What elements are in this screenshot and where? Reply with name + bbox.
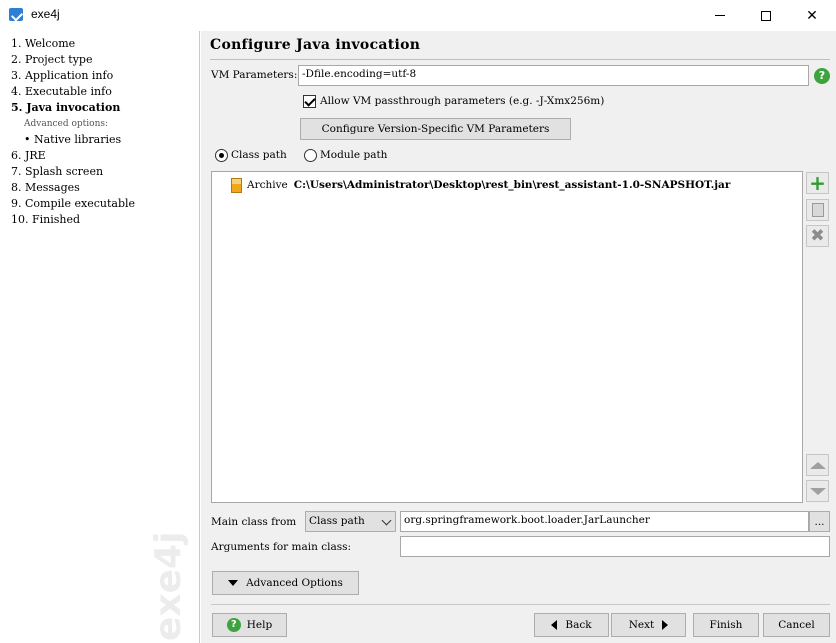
move-down-icon (809, 487, 826, 495)
step-executable-info[interactable]: 4. Executable info (11, 85, 112, 98)
step-application-info[interactable]: 3. Application info (11, 69, 113, 82)
remove-icon: ✖ (810, 226, 825, 246)
help-icon[interactable]: ? (814, 68, 830, 84)
back-button[interactable]: Back (534, 613, 609, 637)
browse-main-class-button[interactable]: ... (809, 511, 830, 532)
advanced-options-header: Advanced options: (24, 119, 109, 129)
wizard-steps-sidebar: 1. Welcome 2. Project type 3. Applicatio… (0, 31, 200, 643)
step-project-type[interactable]: 2. Project type (11, 53, 92, 66)
step-messages[interactable]: 8. Messages (11, 181, 80, 194)
help-button[interactable]: ? Help (212, 613, 287, 637)
main-class-input[interactable]: org.springframework.boot.loader.JarLaunc… (400, 511, 809, 532)
step-java-invocation[interactable]: 5. Java invocation (11, 101, 120, 114)
entry-path: C:\Users\Administrator\Desktop\rest_bin\… (293, 179, 731, 191)
main-class-from-label: Main class from (211, 516, 297, 528)
step-finished[interactable]: 10. Finished (11, 213, 80, 226)
jar-archive-icon (231, 177, 242, 193)
main-panel: Configure Java invocation VM Parameters:… (201, 31, 836, 643)
maximize-icon (761, 10, 771, 21)
remove-entry-button[interactable]: ✖ (806, 225, 829, 247)
class-path-radio[interactable] (215, 149, 228, 162)
step-native-libraries[interactable]: • Native libraries (24, 133, 121, 146)
configure-version-specific-vm-parameters-button[interactable]: Configure Version-Specific VM Parameters (300, 118, 571, 140)
move-down-button[interactable] (806, 480, 829, 502)
page-title: Configure Java invocation (210, 37, 421, 53)
next-button-label: Next (628, 619, 655, 631)
exe4j-watermark-logo: exe4j (148, 531, 189, 641)
entry-kind: Archive (247, 179, 288, 191)
next-button[interactable]: Next (611, 613, 686, 637)
title-bar: exe4j ✕ (0, 0, 836, 31)
triangle-down-icon (228, 580, 239, 586)
help-button-label: Help (246, 619, 273, 631)
module-path-radio-label: Module path (320, 149, 388, 161)
main-class-source-value: Class path (309, 515, 365, 527)
move-up-button[interactable] (806, 454, 829, 476)
close-icon: ✕ (806, 7, 818, 24)
advanced-options-button[interactable]: Advanced Options (212, 571, 359, 595)
edit-icon (811, 203, 824, 217)
edit-entry-button[interactable] (806, 199, 829, 221)
main-class-source-select[interactable]: Class path (305, 511, 396, 532)
step-splash-screen[interactable]: 7. Splash screen (11, 165, 103, 178)
step-welcome[interactable]: 1. Welcome (11, 37, 75, 50)
module-path-radio[interactable] (304, 149, 317, 162)
plus-icon: + (809, 171, 826, 195)
vm-passthrough-label: Allow VM passthrough parameters (e.g. -J… (320, 95, 605, 107)
finish-button[interactable]: Finish (693, 613, 759, 637)
add-entry-button[interactable]: + (806, 172, 829, 194)
classpath-list[interactable]: Archive C:\Users\Administrator\Desktop\r… (211, 171, 803, 503)
list-item[interactable]: Archive C:\Users\Administrator\Desktop\r… (231, 176, 730, 194)
back-button-label: Back (565, 619, 592, 631)
arrow-right-icon (662, 620, 669, 630)
exe4j-app-icon (9, 8, 23, 21)
vm-parameters-label: VM Parameters: (211, 69, 298, 81)
arguments-label: Arguments for main class: (211, 541, 352, 553)
advanced-options-label: Advanced Options (246, 577, 343, 589)
maximize-button[interactable] (743, 0, 789, 31)
arguments-input[interactable] (400, 536, 830, 557)
step-jre[interactable]: 6. JRE (11, 149, 46, 162)
arrow-left-icon (551, 620, 558, 630)
footer-divider (211, 604, 830, 605)
class-path-radio-label: Class path (231, 149, 287, 161)
close-button[interactable]: ✕ (789, 0, 835, 31)
title-divider (210, 59, 830, 60)
minimize-icon (715, 15, 725, 16)
window-title: exe4j (31, 7, 60, 21)
cancel-button[interactable]: Cancel (763, 613, 830, 637)
help-icon: ? (226, 618, 241, 632)
vm-passthrough-checkbox[interactable] (303, 95, 316, 108)
vm-parameters-input[interactable]: -Dfile.encoding=utf-8 (298, 65, 809, 86)
chevron-down-icon (381, 515, 392, 526)
move-up-icon (809, 461, 826, 469)
step-compile-executable[interactable]: 9. Compile executable (11, 197, 135, 210)
minimize-button[interactable] (697, 0, 743, 31)
